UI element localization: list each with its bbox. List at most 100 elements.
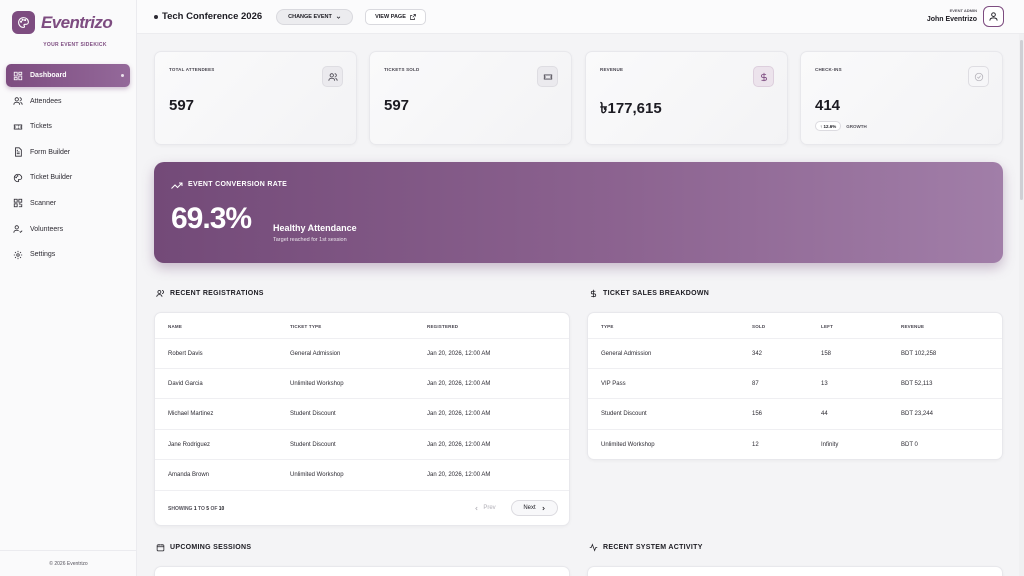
cell-left: 13: [821, 381, 828, 387]
cell-left: Infinity: [821, 442, 839, 448]
stat-label: TOTAL ATTENDEES: [169, 67, 215, 72]
cell-registered: Jan 20, 2026, 12:00 AM: [427, 351, 491, 357]
conversion-status: Healthy Attendance: [273, 223, 357, 233]
ticket-sales-heading: TICKET SALES BREAKDOWN: [589, 289, 709, 298]
scan-icon: [13, 199, 23, 208]
prev-page-button[interactable]: Prev: [465, 500, 505, 516]
divider: [588, 368, 1002, 369]
trending-up-icon: [171, 182, 183, 189]
cell-left: 158: [821, 351, 832, 357]
sidebar: Eventrizo YOUR EVENT SIDEKICK Dashboard …: [0, 0, 137, 576]
column-header: LEFT: [821, 324, 834, 329]
cell-ticket-type: Unlimited Workshop: [290, 472, 344, 478]
stat-value: 597: [169, 97, 195, 114]
ticket-sales-title: TICKET SALES BREAKDOWN: [603, 290, 710, 297]
system-activity-heading: RECENT SYSTEM ACTIVITY: [589, 543, 703, 552]
divider: [155, 368, 569, 369]
sidebar-item-volunteers[interactable]: Volunteers: [6, 218, 130, 241]
next-page-button[interactable]: Next: [511, 500, 558, 516]
column-header: REGISTERED: [427, 324, 459, 329]
chevron-left-icon: [475, 506, 478, 510]
sidebar-item-label: Dashboard: [30, 72, 67, 79]
users-icon: [13, 97, 23, 105]
stat-card-tickets: TICKETS SOLD 597: [369, 51, 572, 145]
cell-name: Jane Rodriguez: [168, 442, 211, 448]
sidebar-item-form-builder[interactable]: Form Builder: [6, 141, 130, 164]
cell-sold: 12: [752, 442, 759, 448]
avatar-button[interactable]: [983, 6, 1004, 27]
tagline: YOUR EVENT SIDEKICK: [43, 42, 107, 48]
upcoming-sessions-heading: UPCOMING SESSIONS: [156, 543, 251, 552]
ticket-icon: [13, 124, 23, 130]
cell-name: David Garcia: [168, 381, 203, 387]
scrollbar-thumb[interactable]: [1020, 40, 1023, 200]
growth-label: GROWTH: [846, 123, 867, 129]
stat-value: 414: [815, 97, 841, 114]
cell-ticket-type: Unlimited Workshop: [290, 381, 344, 387]
chevron-down-icon: [336, 15, 341, 19]
cell-name: Robert Davis: [168, 351, 203, 357]
scrollbar[interactable]: [1019, 34, 1024, 576]
sidebar-nav: Dashboard Attendees Tickets Form Builder…: [6, 64, 130, 269]
divider: [588, 429, 1002, 430]
dollar-icon: [753, 66, 774, 87]
divider: [155, 459, 569, 460]
sidebar-item-scanner[interactable]: Scanner: [6, 192, 130, 215]
cell-registered: Jan 20, 2026, 12:00 AM: [427, 381, 491, 387]
sidebar-item-label: Tickets: [30, 123, 52, 131]
sidebar-item-label: Form Builder: [30, 148, 71, 156]
cell-registered: Jan 20, 2026, 12:00 AM: [427, 472, 491, 478]
divider: [588, 398, 1002, 399]
sidebar-item-ticket-builder[interactable]: Ticket Builder: [6, 166, 130, 189]
users-icon: [322, 66, 343, 87]
cell-ticket-type: General Admission: [290, 351, 341, 357]
conversion-rate: 69.3%: [171, 202, 252, 235]
cell-revenue: BDT 102,258: [901, 351, 937, 357]
cell-type: Student Discount: [601, 411, 647, 417]
cell-ticket-type: Student Discount: [290, 411, 336, 417]
sidebar-item-attendees[interactable]: Attendees: [6, 90, 130, 113]
stat-label: REVENUE: [600, 67, 624, 72]
stat-card-checkins: CHECK-INS 414 ↑ 12.6% GROWTH: [800, 51, 1003, 145]
column-header: REVENUE: [901, 324, 925, 329]
growth-row: ↑ 12.6% GROWTH: [815, 121, 867, 131]
change-event-button[interactable]: CHANGE EVENT: [276, 9, 353, 25]
sidebar-item-settings[interactable]: Settings: [6, 243, 130, 266]
view-page-label: VIEW PAGE: [375, 14, 406, 20]
growth-badge: ↑ 12.6%: [815, 121, 842, 131]
cell-type: Unlimited Workshop: [601, 442, 655, 448]
registrations-heading: RECENT REGISTRATIONS: [156, 289, 264, 298]
palette-icon: [13, 173, 23, 183]
volunteer-icon: [13, 225, 23, 233]
cell-ticket-type: Student Discount: [290, 442, 336, 448]
ticket-sales-table: TYPE SOLD LEFT REVENUE General Admission…: [587, 312, 1003, 460]
conversion-banner: EVENT CONVERSION RATE 69.3% Healthy Atte…: [154, 162, 1003, 263]
cell-revenue: BDT 23,244: [901, 411, 933, 417]
sidebar-divider: [0, 550, 137, 551]
top-bar: Tech Conference 2026 CHANGE EVENT VIEW P…: [137, 0, 1024, 34]
logo[interactable]: Eventrizo: [12, 11, 113, 34]
divider: [155, 490, 569, 491]
sidebar-item-tickets[interactable]: Tickets: [6, 115, 130, 138]
cell-registered: Jan 20, 2026, 12:00 AM: [427, 442, 491, 448]
stat-value: 597: [384, 97, 410, 114]
user-role: EVENT ADMIN: [949, 8, 977, 13]
conversion-title: EVENT CONVERSION RATE: [188, 181, 288, 188]
column-header: SOLD: [752, 324, 766, 329]
dollar-icon: [590, 289, 597, 298]
cell-revenue: BDT 52,113: [901, 381, 933, 387]
stat-card-attendees: TOTAL ATTENDEES 597: [154, 51, 357, 145]
sidebar-item-label: Volunteers: [30, 225, 64, 233]
conversion-subtitle: Target reached for 1st session: [273, 237, 347, 243]
check-circle-icon: [968, 66, 989, 87]
divider: [155, 429, 569, 430]
user-icon: [989, 12, 998, 21]
calendar-icon: [156, 544, 165, 552]
cell-left: 44: [821, 411, 828, 417]
view-page-button[interactable]: VIEW PAGE: [365, 9, 426, 25]
system-activity-title: RECENT SYSTEM ACTIVITY: [603, 544, 703, 551]
sidebar-item-dashboard[interactable]: Dashboard: [6, 64, 130, 87]
chevron-right-icon: [542, 506, 545, 510]
prev-label: Prev: [483, 505, 496, 511]
external-link-icon: [410, 14, 416, 20]
